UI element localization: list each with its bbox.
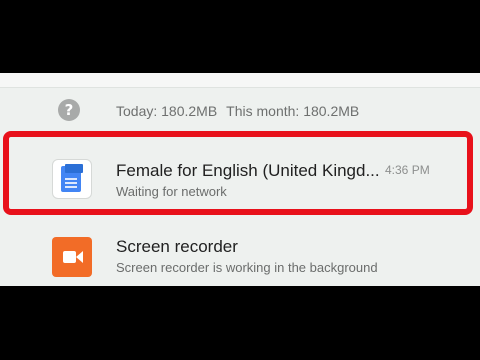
shade-divider xyxy=(0,73,480,88)
usage-today: Today: 180.2MB xyxy=(116,103,218,119)
video-camera-icon xyxy=(52,237,92,277)
camera-lens xyxy=(76,251,83,263)
notification-title: Screen recorder xyxy=(116,237,238,256)
camera-body xyxy=(63,251,76,263)
notification-subtitle: Screen recorder is working in the backgr… xyxy=(116,260,378,275)
data-usage-text: Today: 180.2MB This month: 180.2MB xyxy=(116,103,359,119)
data-usage-row[interactable]: ? Today: 180.2MB This month: 180.2MB xyxy=(0,95,480,129)
red-highlight-box xyxy=(3,131,473,215)
notification-screen-recorder[interactable]: Screen recorder Screen recorder is worki… xyxy=(0,229,480,286)
usage-month: This month: 180.2MB xyxy=(226,103,360,119)
help-icon: ? xyxy=(58,99,80,121)
